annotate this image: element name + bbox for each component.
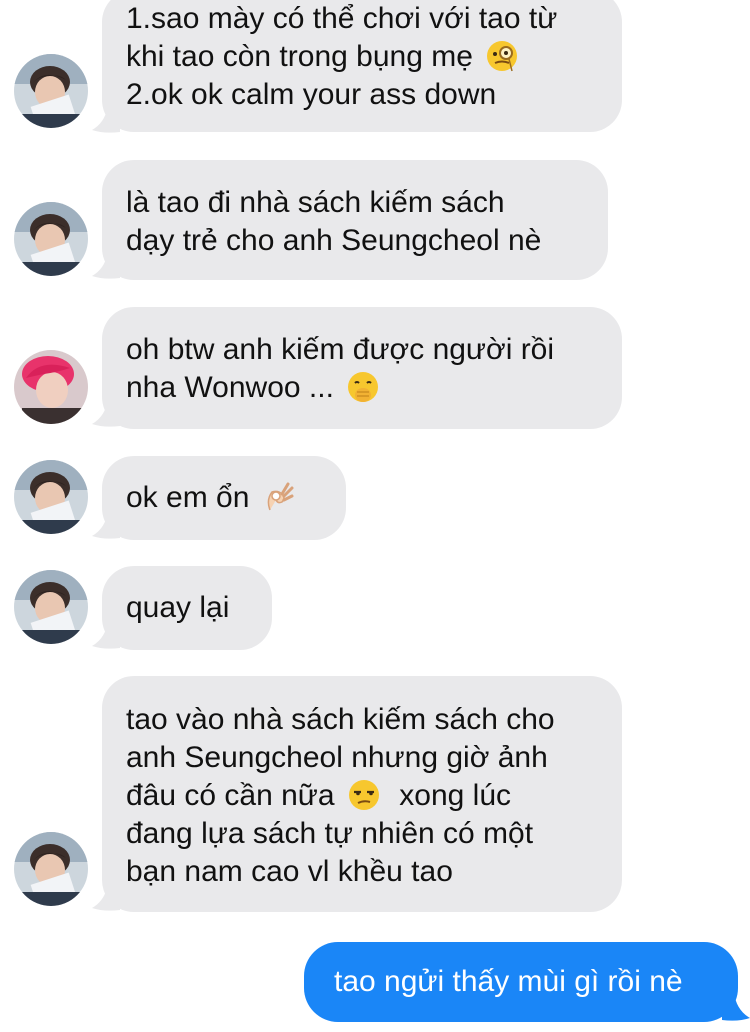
message-text: oh btw anh kiếm được người rồi xyxy=(126,333,555,366)
contact-avatar[interactable] xyxy=(14,54,88,128)
message-text: tao vào nhà sách kiếm sách cho xyxy=(126,703,555,736)
hand-over-mouth-emoji xyxy=(348,372,379,402)
contact-avatar[interactable] xyxy=(14,460,88,534)
message-text: 2.ok ok calm your ass down xyxy=(126,78,497,111)
message-bubble[interactable]: 1.sao mày có thể chơi với tao từ khi tao… xyxy=(102,0,622,132)
message-text: anh Seungcheol nhưng giờ ảnh xyxy=(126,741,548,774)
message-text: là tao đi nhà sách kiếm sách xyxy=(126,186,505,219)
monocle-face-emoji xyxy=(487,41,518,72)
message-text: đâu có cần nữa xong lúc xyxy=(126,779,512,812)
message-text: dạy trẻ cho anh Seungcheol nè xyxy=(126,224,542,257)
message-bubble-outgoing[interactable]: tao ngửi thấy mùi gì rồi nè xyxy=(304,942,738,1022)
contact-avatar[interactable] xyxy=(14,350,88,424)
message-text: ok em ổn xyxy=(126,479,322,517)
message-text: quay lại xyxy=(126,591,230,624)
message-bubble[interactable]: ok em ổn xyxy=(102,456,346,540)
message-bubble[interactable]: oh btw anh kiếm được người rồi nha Wonwo… xyxy=(102,307,622,429)
message-text: 1.sao mày có thể chơi với tao từ xyxy=(126,2,558,35)
message-text: tao ngửi thấy mùi gì rồi nè xyxy=(334,965,683,998)
contact-avatar[interactable] xyxy=(14,570,88,644)
unamused-face-emoji xyxy=(348,780,379,810)
bubble-tail xyxy=(722,992,750,1021)
message-bubble[interactable]: là tao đi nhà sách kiếm sách dạy trẻ cho… xyxy=(102,160,608,280)
message-thread: 1.sao mày có thể chơi với tao từ khi tao… xyxy=(0,0,750,1032)
message-bubble[interactable]: quay lại xyxy=(102,566,272,650)
message-text: nha Wonwoo ... xyxy=(126,369,598,407)
message-text: khi tao còn trong bụng mẹ xyxy=(126,38,598,76)
ok-hand-emoji xyxy=(267,482,294,511)
contact-avatar[interactable] xyxy=(14,832,88,906)
message-bubble[interactable]: tao vào nhà sách kiếm sách cho anh Seung… xyxy=(102,676,622,912)
contact-avatar[interactable] xyxy=(14,202,88,276)
message-text: đang lựa sách tự nhiên có một xyxy=(126,817,534,850)
message-text: bạn nam cao vl khều tao xyxy=(126,855,453,888)
